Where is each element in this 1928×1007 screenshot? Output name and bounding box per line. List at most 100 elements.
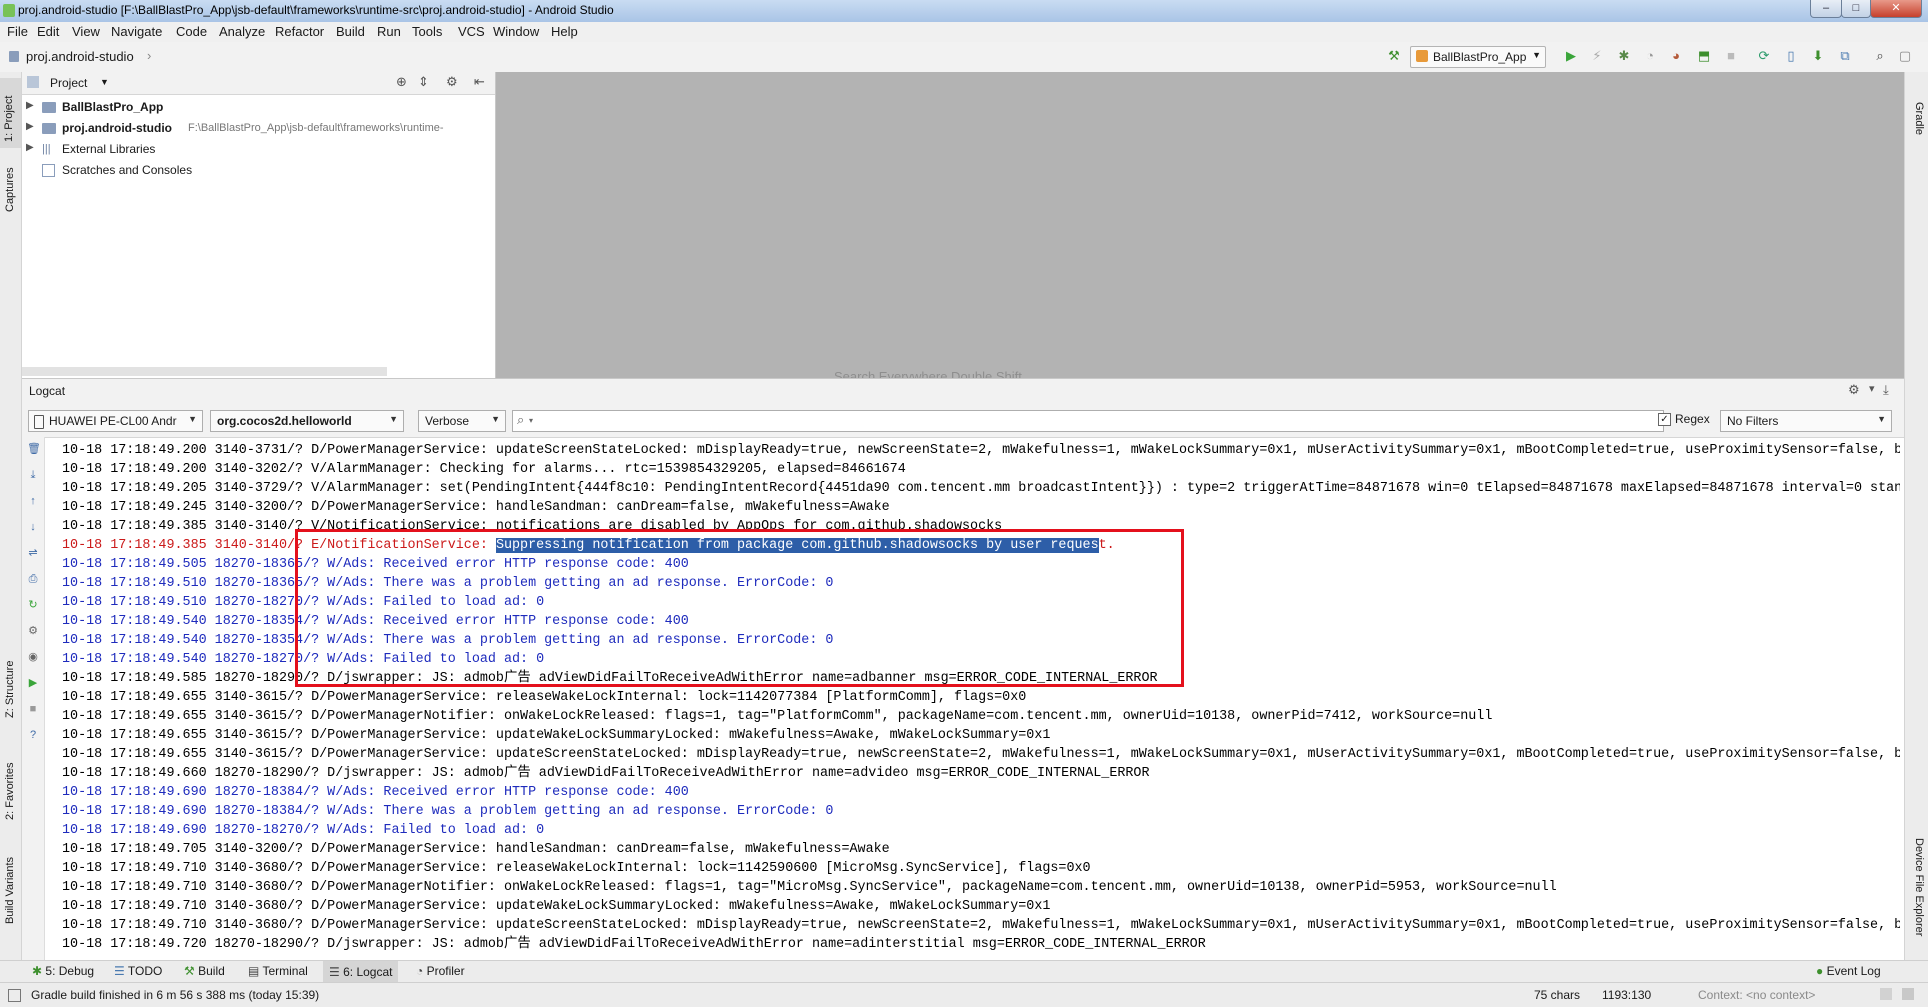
project-horizontal-scrollbar[interactable] — [22, 367, 387, 376]
todo-icon: ☰ — [114, 964, 125, 978]
coverage-icon[interactable]: ◕ — [1669, 49, 1683, 63]
apply-changes-icon[interactable]: ⚡ — [1590, 49, 1604, 63]
process-select[interactable]: org.cocos2d.helloworld ▼ — [210, 410, 404, 432]
chevron-right-icon[interactable]: ▶ — [26, 142, 34, 153]
up-arrow-icon[interactable]: ↑ — [27, 495, 39, 507]
gear-icon[interactable]: ⚙ — [1848, 382, 1860, 398]
log-level-label: Verbose — [425, 414, 470, 428]
tool-tab-device-file-explorer[interactable]: Device File Explorer — [1913, 838, 1925, 936]
tab-terminal[interactable]: ▤ Terminal — [248, 964, 308, 978]
avd-manager-icon[interactable]: ▯ — [1784, 49, 1798, 63]
bottom-tool-tabs: ✱ 5: Debug ☰ TODO ⚒ Build ▤ Terminal ☰ 6… — [0, 960, 1928, 983]
layout-inspector-icon[interactable]: ▢ — [1898, 49, 1912, 63]
device-select[interactable]: HUAWEI PE-CL00 Andr ▼ — [28, 410, 203, 432]
tool-tab-build-variants[interactable]: Build Variants — [4, 857, 16, 924]
log-output[interactable]: 10-18 17:18:49.200 3140-3731/? D/PowerMa… — [62, 441, 1902, 954]
chevron-down-icon[interactable]: ▾ — [1869, 382, 1875, 395]
menu-file[interactable]: File — [7, 24, 28, 39]
down-arrow-icon[interactable]: ↓ — [27, 521, 39, 533]
gear-icon[interactable]: ⚙ — [446, 74, 458, 90]
close-button[interactable]: ✕ — [1870, 0, 1922, 18]
tool-tab-captures[interactable]: Captures — [4, 167, 16, 212]
tab-debug[interactable]: ✱ 5: Debug — [32, 964, 94, 978]
search-icon: ⌕ — [517, 412, 525, 427]
menu-tools[interactable]: Tools — [412, 24, 442, 39]
tab-build[interactable]: ⚒ Build — [184, 964, 225, 978]
maximize-button[interactable]: □ — [1841, 0, 1871, 18]
chevron-right-icon[interactable]: ▶ — [26, 121, 34, 132]
menu-run[interactable]: Run — [377, 24, 401, 39]
print-icon[interactable]: ⎙ — [27, 573, 39, 585]
log-level-select[interactable]: Verbose ▼ — [418, 410, 506, 432]
selection-chars: 75 chars — [1534, 988, 1581, 1002]
inspector-icon[interactable] — [1902, 988, 1914, 1000]
project-structure-icon[interactable]: ⧉ — [1838, 49, 1852, 63]
log-line: 10-18 17:18:49.690 18270-18384/? W/Ads: … — [62, 785, 689, 800]
menu-navigate[interactable]: Navigate — [111, 24, 162, 39]
stop-icon[interactable]: ■ — [1724, 49, 1738, 63]
chevron-right-icon[interactable]: ▶ — [26, 100, 34, 111]
filter-config-select[interactable]: No Filters ▼ — [1720, 410, 1892, 432]
chevron-right-icon: › — [147, 48, 152, 63]
soft-wrap-icon[interactable]: ⇌ — [27, 547, 39, 559]
menu-help[interactable]: Help — [551, 24, 578, 39]
tool-tab-gradle[interactable]: Gradle — [1913, 102, 1925, 135]
tool-tab-project[interactable]: 1: Project — [0, 78, 21, 148]
scratches-icon — [42, 164, 55, 177]
clear-logcat-icon[interactable]: 🗑 — [27, 443, 41, 455]
tool-tab-structure[interactable]: Z: Structure — [4, 661, 16, 718]
collapse-all-icon[interactable]: ⇕ — [418, 74, 429, 90]
tab-event-log[interactable]: ● Event Log — [1816, 964, 1881, 978]
chevron-down-icon[interactable]: ▼ — [100, 77, 109, 87]
project-panel: Project ▼ ⊕ ⇕ ⚙ ⇤ ▶ BallBlastPro_App ▶ p… — [22, 72, 496, 378]
minimize-button[interactable]: – — [1810, 0, 1842, 18]
library-icon: ||| — [42, 143, 51, 155]
hide-panel-icon[interactable]: ⤓ — [1883, 382, 1889, 398]
menu-view[interactable]: View — [72, 24, 100, 39]
breadcrumb[interactable]: proj.android-studio — [26, 49, 134, 64]
help-icon[interactable]: ? — [27, 729, 39, 741]
lock-icon[interactable] — [1880, 988, 1892, 1000]
menu-window[interactable]: Window — [493, 24, 539, 39]
chevron-down-icon: ▼ — [188, 414, 197, 424]
menu-code[interactable]: Code — [176, 24, 207, 39]
attach-debugger-icon[interactable]: ⬒ — [1697, 49, 1711, 63]
debug-icon[interactable]: ✱ — [1617, 49, 1631, 63]
profile-icon[interactable]: ◔ — [1643, 49, 1657, 63]
chevron-down-icon: ▼ — [1532, 50, 1541, 60]
run-configuration-select[interactable]: BallBlastPro_App ▼ — [1410, 46, 1546, 68]
locate-file-icon[interactable]: ⊕ — [396, 74, 407, 90]
regex-checkbox[interactable]: ✓ — [1658, 413, 1671, 426]
right-tool-strip: Gradle Device File Explorer — [1904, 72, 1928, 960]
project-view-select[interactable]: Project — [50, 76, 87, 90]
hammer-icon[interactable]: ⚒ — [1387, 49, 1401, 63]
folder-icon — [42, 102, 56, 113]
log-search-field[interactable]: ⌕ ▾ — [512, 410, 1664, 432]
restart-icon[interactable]: ↻ — [27, 599, 39, 611]
menu-analyze[interactable]: Analyze — [219, 24, 265, 39]
tree-item-proj-android-studio[interactable]: ▶ proj.android-studio F:\BallBlastPro_Ap… — [22, 119, 492, 139]
menu-refactor[interactable]: Refactor — [275, 24, 324, 39]
gear-icon[interactable]: ⚙ — [27, 625, 39, 637]
screen-capture-icon[interactable]: ◉ — [27, 651, 39, 663]
sync-gradle-icon[interactable]: ⟳ — [1757, 49, 1771, 63]
search-icon[interactable]: ⌕ — [1873, 49, 1887, 63]
tab-todo[interactable]: ☰ TODO — [114, 964, 162, 978]
screen-record-icon[interactable]: ▶ — [27, 677, 39, 689]
toggle-tool-windows-icon[interactable] — [8, 989, 21, 1002]
tool-tab-favorites[interactable]: 2: Favorites — [4, 763, 16, 820]
tab-logcat[interactable]: ☰ 6: Logcat — [323, 961, 399, 983]
stop-icon[interactable]: ■ — [27, 703, 39, 715]
scroll-to-end-icon[interactable]: ⤓ — [27, 469, 39, 481]
tree-item-label: Scratches and Consoles — [62, 163, 193, 177]
menu-vcs[interactable]: VCS — [458, 24, 485, 39]
menu-build[interactable]: Build — [336, 24, 365, 39]
run-icon[interactable]: ▶ — [1564, 49, 1578, 63]
status-message[interactable]: Gradle build finished in 6 m 56 s 388 ms… — [31, 988, 319, 1002]
caret-position[interactable]: 1193:130 — [1602, 988, 1651, 1002]
sdk-manager-icon[interactable]: ⬇ — [1811, 49, 1825, 63]
tab-label: TODO — [127, 964, 163, 978]
menu-edit[interactable]: Edit — [37, 24, 59, 39]
hide-panel-icon[interactable]: ⇤ — [474, 74, 485, 90]
tab-profiler[interactable]: ◔ Profiler — [416, 964, 465, 978]
